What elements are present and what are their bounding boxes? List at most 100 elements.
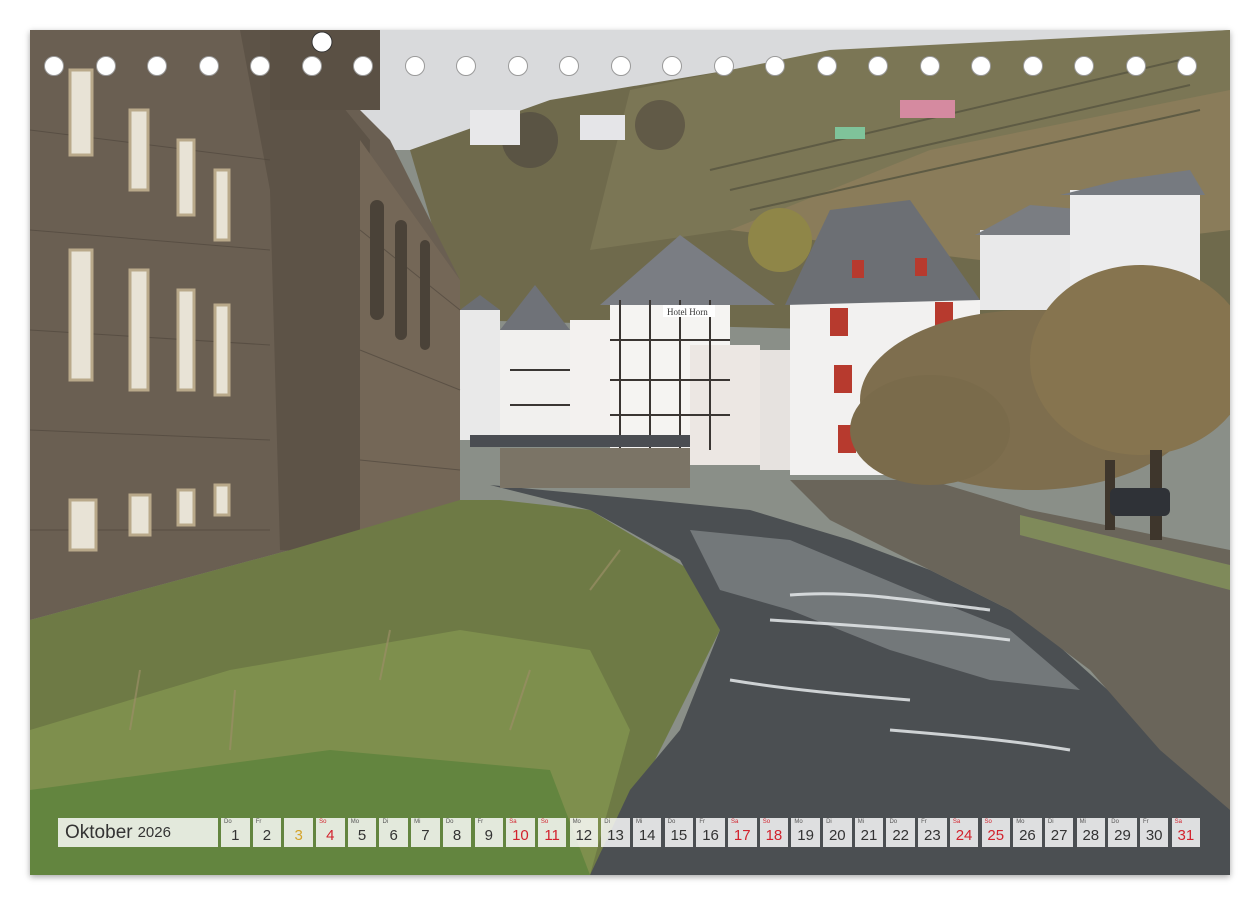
calendar-day-22: Do 22 [886,818,915,847]
weekday-label: So [540,819,549,825]
binding-hole [1074,56,1094,76]
day-number: 23 [924,827,941,844]
year: 2026 [137,824,171,841]
calendar-day-12: Mo 12 [569,818,599,847]
day-number: 9 [484,827,493,844]
calendar-day-23: Fr 23 [918,818,947,847]
binding-hole [662,56,682,76]
calendar-day-2: Fr 2 [252,818,282,847]
day-number: 13 [607,827,624,844]
day-number: 4 [326,827,335,844]
calendar-day-25: So 25 [981,818,1010,847]
weekday-label: Mo [572,819,581,825]
weekday-label: Fr [477,819,484,825]
weekday-label: Fr [255,819,262,825]
binding-hole [1177,56,1197,76]
month-name: Oktober [65,821,133,843]
month-label-box: Oktober 2026 [58,818,218,847]
weekday-label: Do [445,819,454,825]
binding-hole [198,56,219,76]
weekday-label: Mi [414,819,421,825]
calendar-day-26: Mo 26 [1013,818,1042,847]
weekday-label: Do [224,819,232,825]
day-number: 24 [955,827,973,844]
weekday-label: Sa [509,819,517,825]
weekday-label: Di [382,819,389,825]
binding-hole [971,56,991,76]
binding-hole [559,56,579,76]
day-number: 11 [544,827,560,844]
calendar-day-17: Sa 17 [728,818,757,847]
calendar-day-19: Mo 19 [791,818,820,847]
day-number: 21 [860,827,878,844]
binding-holes [30,52,1230,82]
weekday-label: Fr [1142,819,1149,825]
day-number: 31 [1177,827,1195,844]
day-number: 2 [262,827,272,844]
day-number: 20 [828,827,846,844]
calendar-strip: Oktober 2026 Do 1 Fr 2 3 So 4 Mo 5 Di 6 Mi 7 Do 8 Fr 9 Sa… [58,818,1203,847]
binding-hole [250,56,270,76]
weekday-label: Sa [1174,819,1182,825]
binding-hole [95,56,116,76]
binding-hole [147,56,167,76]
day-number: 29 [1114,827,1131,844]
day-number: 22 [892,827,910,844]
weekday-label: Do [667,819,676,825]
day-number: 3 [294,827,303,844]
calendar-day-3: 3 [284,818,313,847]
calendar-day-1: Do 1 [221,818,250,847]
weekday-label: Sa [731,819,739,825]
calendar-day-21: Mi 21 [854,818,884,847]
binding-hole [353,56,373,76]
day-number: 18 [765,827,783,844]
binding-hole [816,56,837,76]
day-number: 17 [733,827,751,844]
calendar-day-24: Sa 24 [949,818,979,847]
weekday-label: Do [889,819,898,825]
binding-hole [456,56,476,76]
binding-hole [44,56,64,76]
calendar-photo: Hotel Horn [30,30,1230,875]
day-number: 7 [421,827,430,844]
day-number: 14 [638,827,656,844]
weekday-label: Mi [635,819,643,825]
binding-hole [713,56,734,76]
binding-hole [1125,56,1146,76]
calendar-day-5: Mo 5 [347,818,377,847]
day-number: 26 [1019,827,1036,844]
weekday-label: Mo [794,819,803,825]
weekday-label: Do [1111,819,1119,825]
binding-hole [765,56,785,76]
binding-hole [1022,56,1043,76]
weekday-label: Mi [857,819,865,825]
weekday-label: Mi [1079,819,1086,825]
calendar-day-16: Fr 16 [696,818,725,847]
weekday-label: Di [1047,819,1054,825]
weekday-label: Mo [350,819,360,825]
calendar-day-13: Di 13 [601,818,630,847]
binding-hole [507,56,528,76]
day-number: 27 [1050,827,1068,844]
weekday-label: Di [604,819,610,825]
weekday-label: Fr [699,819,705,825]
day-number: 10 [512,827,529,844]
calendar-day-10: Sa 10 [506,818,535,847]
calendar-day-14: Mi 14 [632,818,662,847]
day-number: 8 [452,827,462,844]
weekday-label: Sa [952,819,961,825]
calendar-day-7: Mi 7 [411,818,440,847]
day-number: 5 [357,827,367,844]
weekday-label: Mo [1016,819,1025,825]
day-number: 1 [231,827,240,844]
weekday-label: So [319,819,327,825]
binding-hole [301,56,322,76]
binding-hole [404,56,425,76]
day-number: 28 [1082,827,1100,844]
calendar-day-29: Do 29 [1108,818,1137,847]
day-number: 25 [987,827,1005,844]
calendar-day-4: So 4 [316,818,345,847]
calendar-day-31: Sa 31 [1171,818,1201,847]
binding-hole [868,56,888,76]
calendar-day-18: So 18 [759,818,789,847]
